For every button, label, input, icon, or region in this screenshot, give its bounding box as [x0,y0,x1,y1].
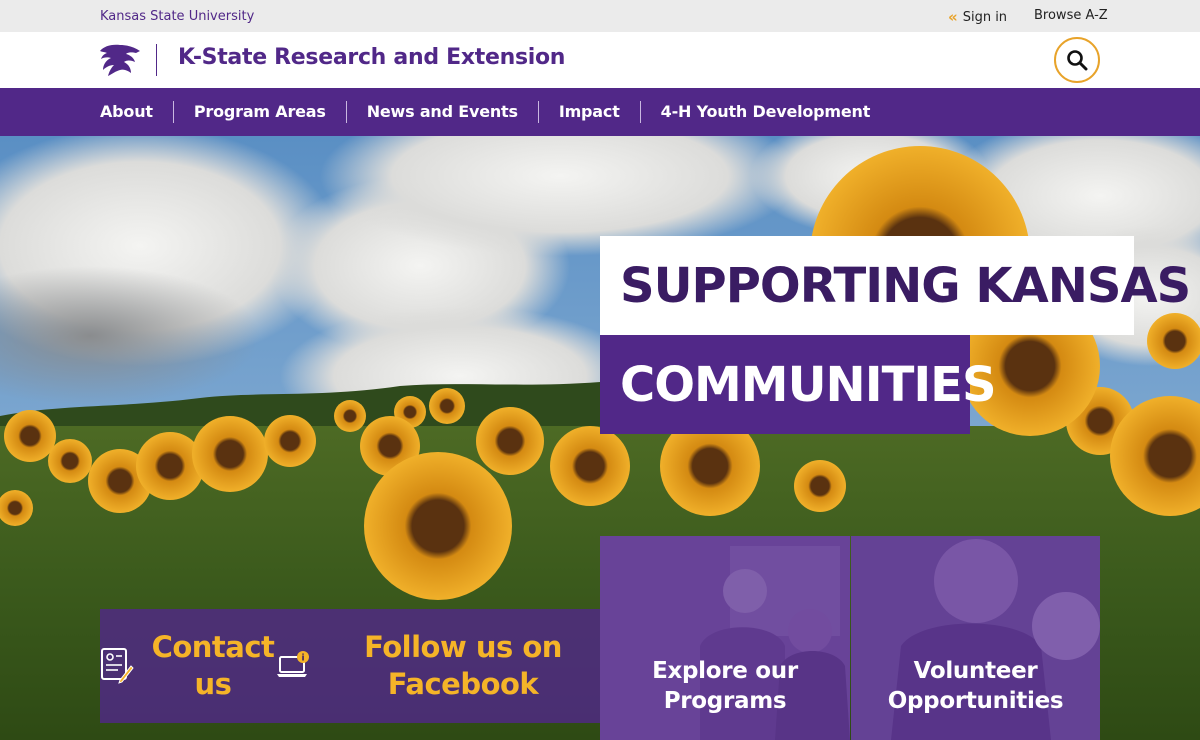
explore-label-line2: Programs [663,688,787,714]
hero-banner: SUPPORTING KANSAS COMMUNITIES Contact us [0,136,1200,740]
volunteer-opportunities-tile[interactable]: Volunteer Opportunities [851,536,1100,740]
follow-label-line2: Facebook [387,667,539,701]
header-divider [156,44,157,76]
contact-label-line2: us [194,667,232,701]
browse-az-link[interactable]: Browse A-Z [1034,8,1108,23]
explore-programs-tile[interactable]: Explore our Programs [600,536,850,740]
contact-form-icon [101,648,134,684]
volunteer-label-line2: Opportunities [887,688,1064,714]
explore-programs-label: Explore our Programs [600,656,850,716]
nav-item-4h[interactable]: 4-H Youth Development [639,101,891,123]
search-button[interactable] [1054,37,1100,83]
volunteer-label: Volunteer Opportunities [851,656,1100,716]
laptop-info-icon: i [277,651,309,677]
main-nav: About Program Areas News and Events Impa… [0,88,1200,136]
contact-label-line1: Contact [151,630,275,664]
nav-item-about[interactable]: About [100,101,173,123]
volunteer-label-line1: Volunteer [913,658,1038,684]
university-link[interactable]: Kansas State University [100,9,254,24]
nav-item-news-events[interactable]: News and Events [345,101,538,123]
explore-label-line1: Explore our [652,658,798,684]
chevrons-left-icon: « [948,8,958,26]
headline-line1: SUPPORTING KANSAS [620,258,1191,314]
powercat-logo[interactable] [98,43,142,77]
site-header: K-State Research and Extension [0,32,1200,88]
facebook-link[interactable]: i Follow us on Facebook [276,609,600,723]
sign-in-label: Sign in [962,9,1008,25]
nav-item-program-areas[interactable]: Program Areas [172,101,346,123]
headline-line1-box: SUPPORTING KANSAS [600,236,1191,335]
sign-in-link[interactable]: « Sign in [948,8,1007,26]
headline-line2-box: COMMUNITIES [600,335,997,434]
svg-text:i: i [301,654,304,664]
nav-item-impact[interactable]: Impact [537,101,640,123]
headline-line2: COMMUNITIES [620,357,997,413]
cta-panel: Contact us i Follow us on Facebook [100,609,600,723]
follow-label-line1: Follow us on [364,630,562,664]
search-icon [1067,50,1088,71]
utility-bar: Kansas State University « Sign in Browse… [0,0,1200,32]
site-title[interactable]: K-State Research and Extension [178,45,565,70]
